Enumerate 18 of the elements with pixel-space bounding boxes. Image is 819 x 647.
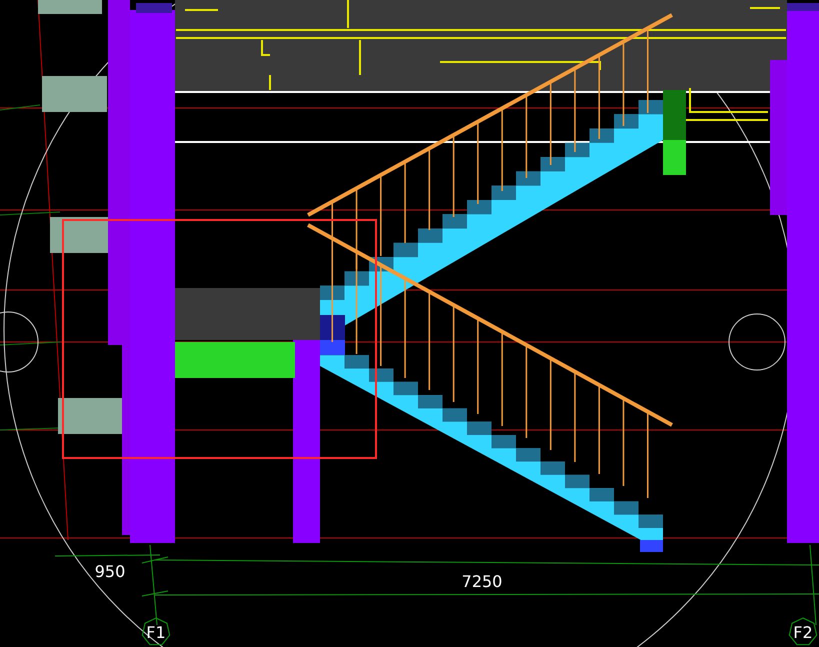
window-pane — [42, 76, 107, 112]
3d-viewport[interactable]: 950 7250 F1 F2 — [0, 0, 819, 647]
axis-label: F1 — [146, 623, 166, 642]
compass-marker[interactable] — [728, 314, 786, 370]
wiring-line — [185, 9, 218, 11]
column-cap — [787, 3, 819, 11]
dimension-text: 7250 — [462, 572, 502, 591]
axis-label: F2 — [793, 623, 813, 642]
wiring-line — [750, 7, 780, 9]
wiring-line — [269, 75, 271, 90]
column-cap — [136, 3, 172, 13]
window-pane — [58, 398, 123, 434]
stair-block — [640, 540, 663, 552]
dimension-text: 950 — [94, 562, 126, 581]
window-pane — [38, 0, 102, 14]
axis-bubble — [142, 617, 170, 646]
axis-bubble — [788, 617, 818, 646]
compass-marker[interactable] — [0, 312, 38, 372]
